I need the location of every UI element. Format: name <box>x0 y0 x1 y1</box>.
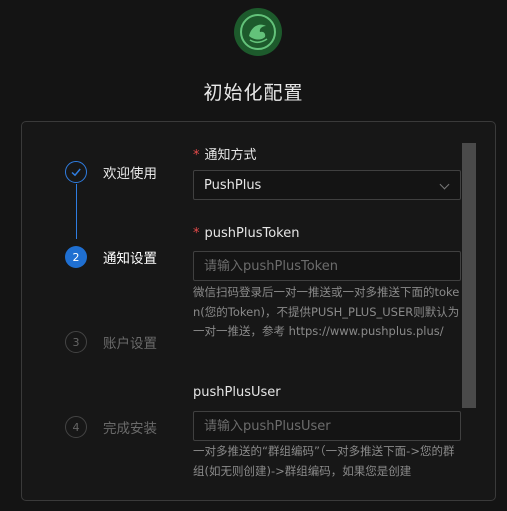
notify-method-value: PushPlus <box>204 177 262 193</box>
required-mark: * <box>193 148 200 163</box>
app-logo <box>234 8 282 56</box>
check-icon <box>65 161 87 183</box>
step-account-settings[interactable]: 3 账户设置 <box>65 331 157 353</box>
step-number: 2 <box>65 246 87 268</box>
push-plus-token-field[interactable] <box>193 251 461 281</box>
push-plus-token-input[interactable] <box>204 258 444 274</box>
step-label: 欢迎使用 <box>103 166 157 182</box>
notify-method-select[interactable]: PushPlus <box>193 170 461 200</box>
step-label: 完成安装 <box>103 421 157 437</box>
step-number: 4 <box>65 416 87 438</box>
setup-card: 欢迎使用 2 通知设置 3 账户设置 4 完成安装 * 通知方式 PushPlus… <box>21 121 496 501</box>
step-welcome[interactable]: 欢迎使用 <box>65 161 157 183</box>
step-notify-settings[interactable]: 2 通知设置 <box>65 246 157 268</box>
notify-method-label: * 通知方式 <box>193 148 257 163</box>
page-title: 初始化配置 <box>203 82 304 104</box>
push-plus-user-field[interactable] <box>193 411 461 441</box>
push-plus-token-label: * pushPlusToken <box>193 226 300 241</box>
push-plus-token-help: 微信扫码登录后一对一推送或一对多推送下面的token(您的Token)，不提供P… <box>193 285 460 338</box>
required-mark: * <box>193 226 200 241</box>
form-scrollbar[interactable] <box>462 143 476 408</box>
step-number: 3 <box>65 331 87 353</box>
step-finish-install[interactable]: 4 完成安装 <box>65 416 157 438</box>
push-plus-user-help: 一对多推送的“群组编码”（一对多推送下面->您的群组(如无则创建)->群组编码，… <box>193 444 455 478</box>
push-plus-user-label: pushPlusUser <box>193 385 281 400</box>
step-connector-line <box>76 184 77 239</box>
chevron-down-icon <box>439 179 450 190</box>
dragon-logo-icon <box>240 14 276 50</box>
step-label: 账户设置 <box>103 336 157 352</box>
push-plus-user-input[interactable] <box>204 418 444 434</box>
step-label: 通知设置 <box>103 251 157 267</box>
